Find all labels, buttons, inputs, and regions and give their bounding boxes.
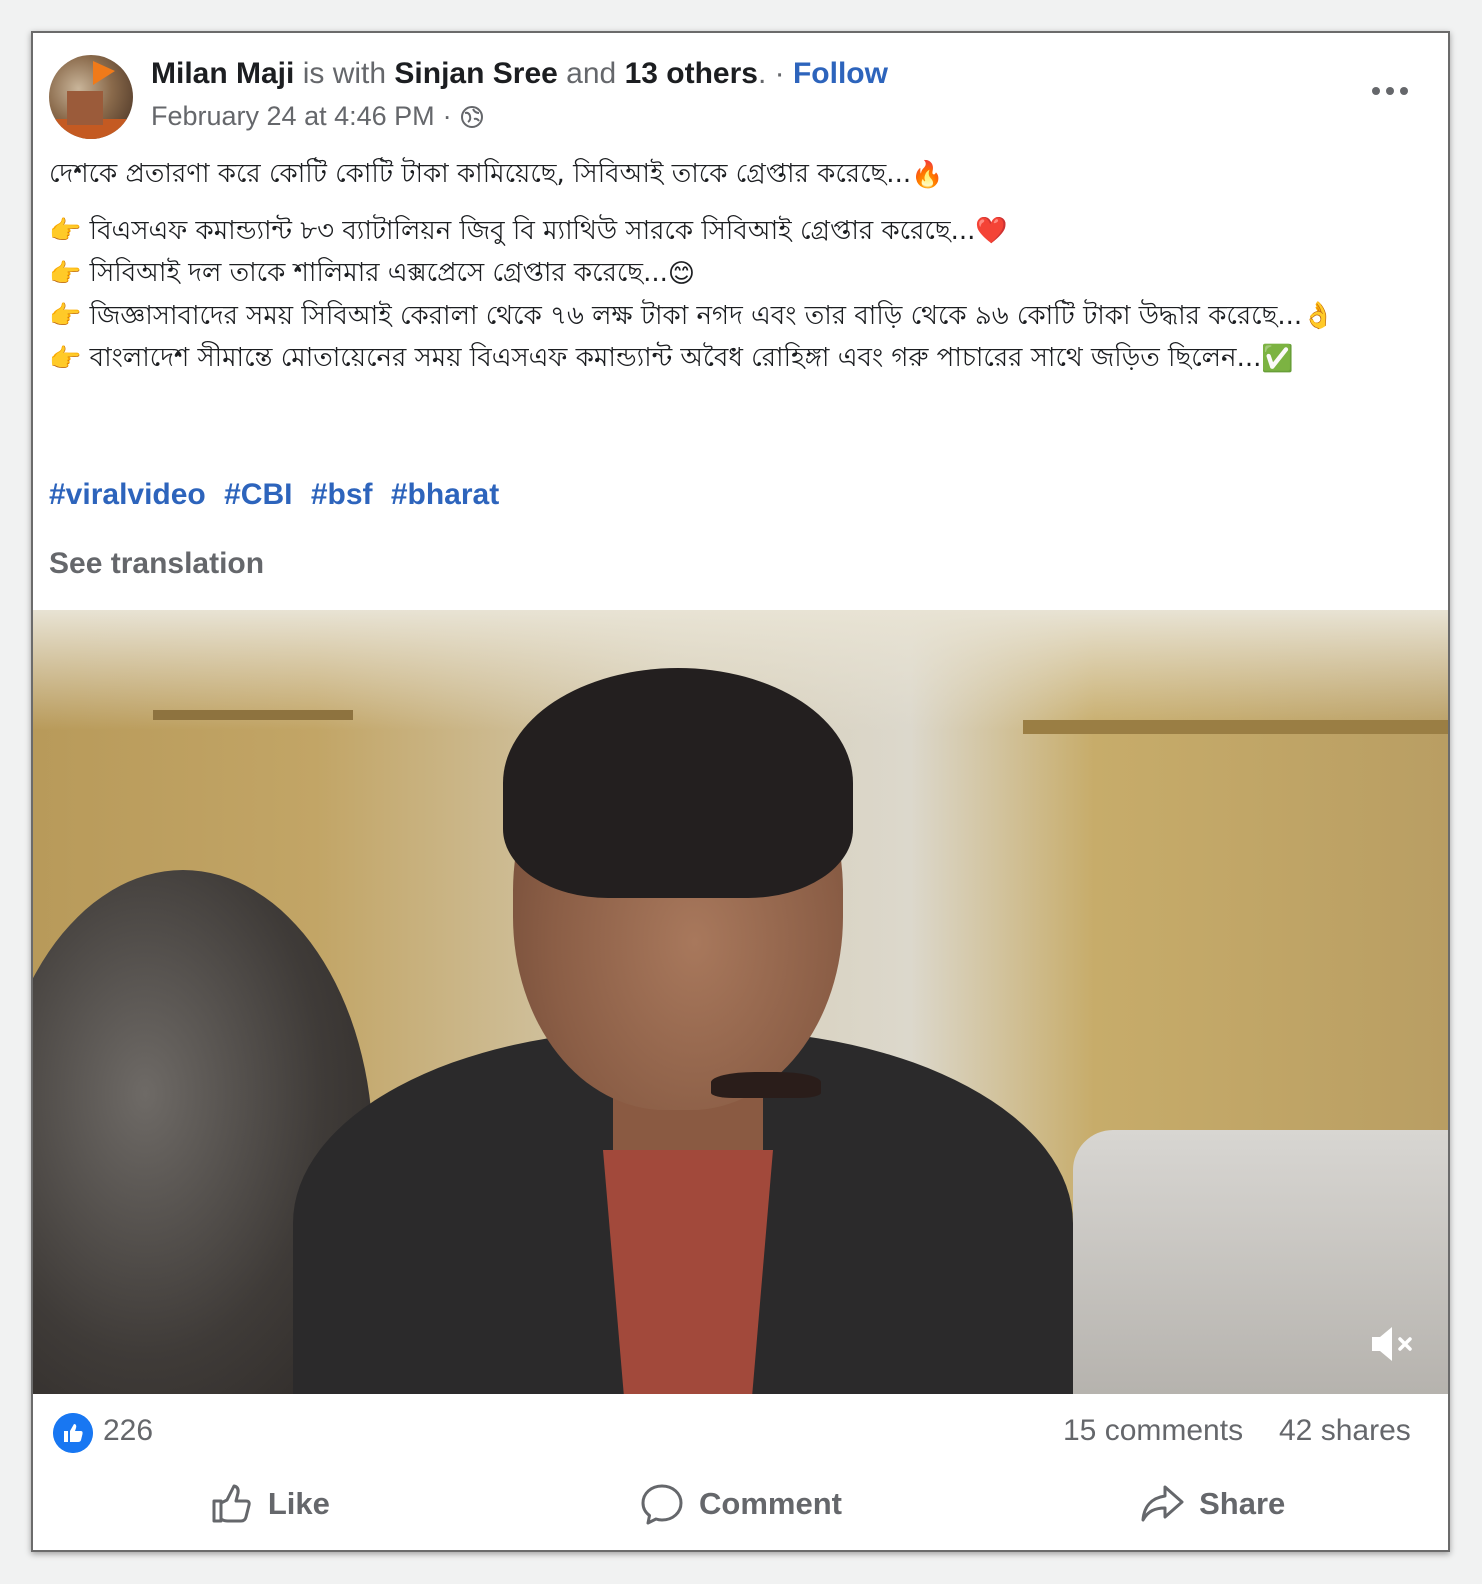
engagement-stats: 226 15 comments 42 shares <box>33 1394 1448 1464</box>
bullet-line: 👉 বাংলাদেশ সীমান্তে মোতায়েনের সময় বিএস… <box>49 337 1409 380</box>
like-reaction-icon[interactable] <box>53 1413 93 1453</box>
share-arrow-icon <box>1141 1485 1184 1522</box>
heart-emoji: ❤️ <box>975 216 1008 246</box>
headline-text: দেশকে প্রতারণা করে কোটি কোটি টাকা কামিয়… <box>49 159 912 189</box>
post-meta: February 24 at 4:46 PM · <box>151 101 484 132</box>
like-label: Like <box>267 1486 330 1521</box>
post-card: Milan Maji is with Sinjan Sree and 13 ot… <box>31 31 1450 1552</box>
check-mark-emoji: ✅ <box>1261 343 1294 374</box>
hashtag-link[interactable]: #bharat <box>391 478 499 511</box>
post-headline: দেশকে প্রতারণা করে কোটি কোটি টাকা কামিয়… <box>49 153 1409 196</box>
comments-count[interactable]: 15 comments <box>1063 1414 1243 1448</box>
comment-bubble-icon <box>641 1484 683 1525</box>
hashtag-link[interactable]: #viralvideo <box>49 478 206 511</box>
share-button[interactable]: Share <box>976 1464 1448 1544</box>
with-text: is with <box>302 57 387 90</box>
post-actions: Like Comment Share <box>33 1464 1448 1544</box>
post-timestamp[interactable]: February 24 at 4:46 PM <box>151 101 435 132</box>
author-name[interactable]: Milan Maji <box>151 57 294 90</box>
bullet-text: বিএসএফ কমান্ড্যান্ট ৮৩ ব্যাটালিয়ন জিবু … <box>89 215 976 246</box>
bullet-text: সিবিআই দল তাকে শালিমার এক্সপ্রেসে গ্রেপ্… <box>89 258 668 288</box>
bullet-line: 👉 জিজ্ঞাসাবাদের সময় সিবিআই কেরালা থেকে … <box>49 295 1409 338</box>
more-options-icon[interactable] <box>1372 87 1412 99</box>
tagged-others[interactable]: 13 others <box>625 57 758 90</box>
hashtag-link[interactable]: #CBI <box>224 478 292 511</box>
post-header: Milan Maji is with Sinjan Sree and 13 ot… <box>151 57 888 91</box>
tagged-person[interactable]: Sinjan Sree <box>394 57 557 90</box>
see-translation-link[interactable]: See translation <box>49 547 264 581</box>
bullet-text: জিজ্ঞাসাবাদের সময় সিবিআই কেরালা থেকে ৭৬… <box>89 300 1303 331</box>
meta-dot: · <box>442 101 452 131</box>
comment-button[interactable]: Comment <box>505 1464 977 1544</box>
bullet-line: 👉 সিবিআই দল তাকে শালিমার এক্সপ্রেসে গ্রে… <box>49 252 1409 295</box>
hashtags: #viralvideo #CBI #bsf #bharat <box>49 478 509 512</box>
likes-count[interactable]: 226 <box>103 1414 153 1448</box>
share-label: Share <box>1199 1486 1286 1521</box>
comment-label: Comment <box>699 1486 842 1521</box>
video-player[interactable] <box>33 610 1448 1394</box>
and-text: and <box>566 57 617 90</box>
pointing-hand-emoji: 👉 <box>49 258 82 289</box>
fire-emoji: 🔥 <box>911 159 944 190</box>
follow-button[interactable]: Follow <box>793 57 888 90</box>
muted-speaker-icon[interactable] <box>1366 1318 1418 1370</box>
pointing-hand-emoji: 👉 <box>49 301 82 331</box>
smile-emoji: 😊 <box>667 258 695 289</box>
globe-icon <box>460 105 483 128</box>
ok-hand-emoji: 👌 <box>1302 301 1335 331</box>
pointing-hand-emoji: 👉 <box>49 343 82 374</box>
pointing-hand-emoji: 👉 <box>49 216 82 246</box>
author-avatar[interactable] <box>49 55 133 139</box>
bullet-text: বাংলাদেশ সীমান্তে মোতায়েনের সময় বিএসএফ… <box>89 343 1262 373</box>
like-button[interactable]: Like <box>33 1464 505 1544</box>
bullet-line: 👉 বিএসএফ কমান্ড্যান্ট ৮৩ ব্যাটালিয়ন জিব… <box>49 210 1409 253</box>
post-text: দেশকে প্রতারণা করে কোটি কোটি টাকা কামিয়… <box>49 153 1409 380</box>
shares-count[interactable]: 42 shares <box>1279 1414 1411 1448</box>
header-separator: . · <box>757 57 785 90</box>
hashtag-link[interactable]: #bsf <box>311 478 373 511</box>
thumbs-up-icon <box>212 1484 251 1523</box>
